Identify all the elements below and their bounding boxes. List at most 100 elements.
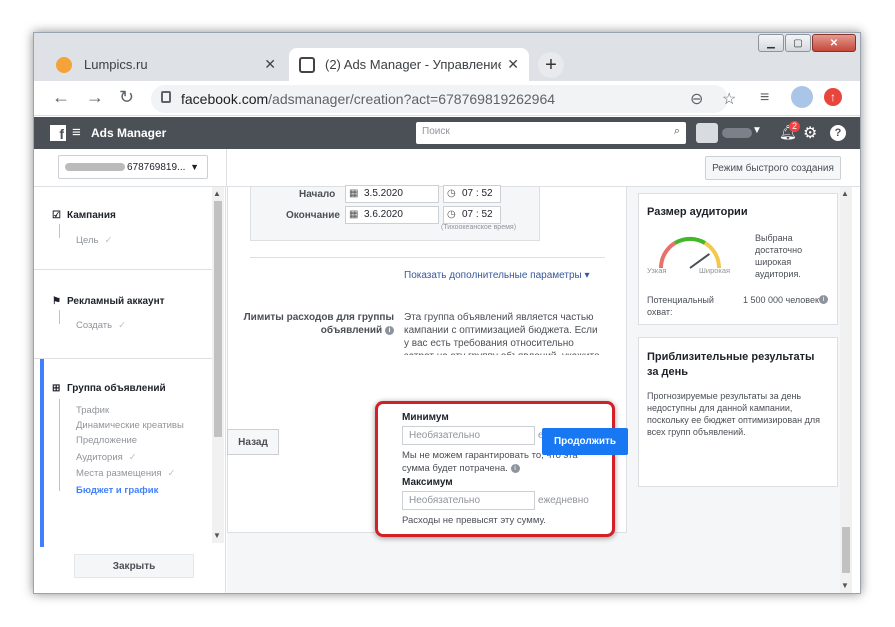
sidebar-section-campaign[interactable]: ☑ Кампания Цель ✓	[34, 187, 212, 270]
account-selector[interactable]: 678769819... ▼	[58, 155, 208, 179]
avatar[interactable]	[696, 123, 718, 143]
scroll-up-icon[interactable]: ▲	[213, 189, 221, 198]
info-icon[interactable]: i	[819, 295, 828, 304]
maximum-hint: Расходы не превысят эту сумму.	[402, 515, 546, 526]
account-bar: 678769819... ▼ Режим быстрого создания	[34, 149, 860, 187]
back-button[interactable]: Назад	[227, 429, 279, 455]
user-name-redacted[interactable]	[722, 128, 752, 138]
gear-icon[interactable]: ⚙	[803, 123, 817, 143]
help-icon[interactable]: ?	[830, 125, 846, 141]
end-date-input[interactable]: ▦ 3.6.2020	[345, 206, 439, 224]
sidebar-item-create[interactable]: Создать ✓	[76, 320, 126, 331]
browser-window: ▁ ▢ ✕ Lumpics.ru ✕ (2) Ads Manager - Упр…	[33, 32, 861, 594]
close-window-button[interactable]: ✕	[812, 34, 856, 52]
start-label: Начало	[299, 189, 336, 200]
spend-limits-label: Лимиты расходов для группы объявлений i	[228, 311, 394, 337]
divider	[250, 257, 605, 258]
main-content: Начало ▦ 3.5.2020 ◷ 07 : 52 Окончание ▦ 3.6…	[227, 185, 638, 593]
info-icon[interactable]: i	[510, 463, 520, 473]
scroll-down-icon[interactable]: ▼	[213, 531, 221, 540]
sidebar-section-title: ⚑ Рекламный аккаунт	[52, 296, 165, 307]
sidebar-item-goal[interactable]: Цель ✓	[76, 235, 112, 246]
back-arrow-icon[interactable]: ←	[52, 87, 70, 108]
reach-label: Потенциальный охват:	[647, 295, 714, 317]
daily-estimates-title: Приблизительные результаты за день	[647, 351, 815, 378]
right-panel: Размер аудитории Узкая Широкая Выбрана д…	[638, 187, 844, 593]
new-tab-button[interactable]: +	[538, 52, 564, 78]
check-icon: ✓	[167, 468, 176, 479]
reload-icon[interactable]: ↻	[119, 87, 134, 108]
sidebar-item-label: Кампания	[67, 210, 116, 221]
sidebar-section-ad-set[interactable]: ⊞ Группа объявлений Трафик Динамические к…	[34, 359, 212, 547]
tab-title: (2) Ads Manager - Управление р	[325, 57, 502, 72]
page-scrollbar[interactable]: ▲ ▼	[840, 187, 852, 593]
start-time-input[interactable]: ◷ 07 : 52	[443, 185, 501, 203]
scrollbar-thumb[interactable]	[214, 201, 222, 437]
minimize-button[interactable]: ▁	[758, 34, 784, 52]
end-time-input[interactable]: ◷ 07 : 52	[443, 206, 501, 224]
sidebar-item-traffic[interactable]: Трафик	[76, 405, 109, 416]
start-time-value: 07 : 52	[462, 188, 493, 199]
maximum-label: Максимум	[402, 477, 453, 488]
forward-arrow-icon[interactable]: →	[86, 87, 104, 108]
chevron-down-icon[interactable]: ▼	[752, 125, 762, 136]
sidebar-item-placements[interactable]: Места размещения ✓	[76, 468, 176, 479]
maximum-input[interactable]: Необязательно	[402, 491, 535, 510]
update-icon[interactable]: ↑	[824, 88, 842, 106]
audience-description: Выбрана достаточно широкая аудитория.	[755, 233, 803, 279]
redacted-account-name	[65, 163, 125, 171]
profile-avatar[interactable]	[791, 86, 813, 108]
scrollbar-thumb[interactable]	[842, 527, 850, 573]
sidebar-section-title: ☑ Кампания	[52, 210, 116, 221]
lumpics-favicon-icon	[56, 56, 72, 73]
tree-line	[59, 310, 60, 324]
start-date-input[interactable]: ▦ 3.5.2020	[345, 185, 439, 203]
highlighted-limits-box: Минимум Необязательно ежедневно Мы не мо…	[375, 401, 615, 537]
minimum-input[interactable]: Необязательно	[402, 426, 535, 445]
check-icon: ✓	[104, 235, 113, 246]
daily-estimates-card: Приблизительные результаты за день Прогн…	[638, 337, 838, 487]
sidebar-item-dynamic-creatives[interactable]: Динамические креативы	[76, 420, 184, 431]
sidebar-item-offer[interactable]: Предложение	[76, 435, 137, 446]
facebook-logo-icon[interactable]: f	[50, 125, 66, 141]
media-queue-icon[interactable]: ≡	[760, 89, 769, 107]
scroll-up-icon[interactable]: ▲	[841, 189, 849, 198]
info-icon[interactable]: i	[385, 325, 394, 335]
sidebar-scrollbar[interactable]: ▲ ▼	[212, 187, 224, 543]
minimum-label: Минимум	[402, 412, 449, 423]
sidebar-item-budget-schedule[interactable]: Бюджет и график	[76, 485, 158, 496]
scroll-down-icon[interactable]: ▼	[841, 581, 849, 590]
window-controls: ▁ ▢ ✕	[757, 34, 856, 52]
tab-lumpics[interactable]: Lumpics.ru ✕	[46, 48, 286, 81]
more-params-link[interactable]: Показать дополнительные параметры ▾	[404, 270, 590, 281]
address-bar: ← → ↻ facebook.com/adsmanager/creation?a…	[34, 81, 860, 116]
tab-close-icon[interactable]: ✕	[264, 56, 276, 73]
notification-badge: 2	[789, 121, 801, 132]
quick-create-button[interactable]: Режим быстрого создания	[705, 156, 841, 180]
sidebar-item-label: Группа объявлений	[67, 383, 166, 394]
menu-icon[interactable]: ≡	[72, 124, 81, 141]
bookmark-star-icon[interactable]: ☆	[722, 89, 736, 109]
search-input[interactable]: Поиск ⌕	[416, 122, 686, 144]
flag-icon: ⚑	[52, 296, 61, 307]
clock-icon: ◷	[447, 209, 456, 220]
start-date-value: 3.5.2020	[364, 188, 403, 199]
sidebar-item-label: Места размещения	[76, 468, 162, 479]
tab-close-icon[interactable]: ✕	[507, 56, 519, 73]
close-button[interactable]: Закрыть	[74, 554, 194, 578]
zoom-icon[interactable]: ⊖	[690, 89, 703, 109]
sidebar-item-audience[interactable]: Аудитория ✓	[76, 452, 137, 463]
app-name: Ads Manager	[91, 126, 167, 140]
sidebar-section-title: ⊞ Группа объявлений	[52, 383, 166, 394]
title-bar: ▁ ▢ ✕ Lumpics.ru ✕ (2) Ads Manager - Упр…	[34, 33, 860, 81]
search-icon[interactable]: ⌕	[674, 125, 680, 138]
url-field[interactable]: facebook.com/adsmanager/creation?act=678…	[151, 85, 728, 113]
maximum-placeholder: Необязательно	[409, 495, 481, 506]
tab-ads-manager[interactable]: (2) Ads Manager - Управление р ✕	[289, 48, 529, 81]
continue-button[interactable]: Продолжить	[542, 428, 628, 455]
maximize-button[interactable]: ▢	[785, 34, 811, 52]
sidebar-item-label: Цель	[76, 235, 99, 246]
check-icon: ✓	[118, 320, 127, 331]
ads-manager-favicon-icon	[299, 56, 315, 73]
sidebar-section-ad-account[interactable]: ⚑ Рекламный аккаунт Создать ✓	[34, 270, 212, 359]
